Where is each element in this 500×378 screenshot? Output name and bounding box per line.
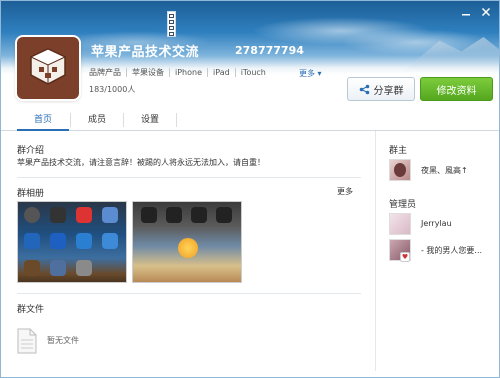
more-tags-link[interactable]: 更多 ▾ <box>299 68 322 79</box>
group-tags: 品牌产品 苹果设备 iPhone iPad iTouch <box>89 68 271 77</box>
member-count: 183/1000人 <box>89 85 136 94</box>
admin-name[interactable]: Jerrylau <box>421 219 452 228</box>
tab-bar: 首页 成员 设置 <box>1 109 499 131</box>
owner-name[interactable]: 夜黑、風高↑ <box>421 165 468 176</box>
group-name: 苹果产品技术交流 <box>91 45 200 60</box>
tag-item[interactable]: iTouch <box>234 68 271 77</box>
close-icon[interactable] <box>481 7 491 17</box>
group-id: 278777794 <box>235 44 304 57</box>
file-icon <box>17 328 37 354</box>
edit-profile-button[interactable]: 修改资料 <box>420 77 493 101</box>
cydia-box-icon <box>29 48 67 85</box>
admins-title: 管理员 <box>389 200 417 210</box>
tag-item[interactable]: 品牌产品 <box>89 68 126 77</box>
group-profile-window: 苹果产品技术交流 278777794 品牌产品 苹果设备 iPhone iPad… <box>0 0 500 378</box>
heart-badge-icon: ♥ <box>400 252 410 262</box>
tab-home[interactable]: 首页 <box>17 109 69 131</box>
album-thumbnail[interactable] <box>132 201 242 283</box>
chevron-down-icon: ▾ <box>317 69 322 78</box>
intro-title: 群介绍 <box>17 146 45 156</box>
owner-title: 群主 <box>389 146 408 156</box>
album-thumbnail[interactable] <box>17 201 127 283</box>
intro-text: 苹果产品技术交流，请注意言辞！被踢的人将永远无法加入，请自重！ <box>17 158 265 167</box>
owner-avatar[interactable] <box>389 159 411 181</box>
albums-more-link[interactable]: 更多 <box>337 186 353 197</box>
share-group-label: 分享群 <box>373 85 404 97</box>
admin-name[interactable]: - 我的男人您要... <box>421 245 482 256</box>
no-files-text: 暂无文件 <box>47 336 79 345</box>
tag-item[interactable]: iPhone <box>169 68 207 77</box>
albums-title: 群相册 <box>17 189 45 199</box>
tab-members[interactable]: 成员 <box>71 109 123 131</box>
more-tags-label: 更多 <box>299 69 315 78</box>
tag-item[interactable]: iPad <box>207 68 235 77</box>
share-icon <box>359 84 369 94</box>
edit-profile-label: 修改资料 <box>436 85 477 97</box>
tab-settings[interactable]: 设置 <box>124 109 176 131</box>
group-avatar[interactable] <box>17 37 79 99</box>
files-title: 群文件 <box>17 305 45 315</box>
seal-stamp-icon <box>167 11 176 37</box>
minimize-icon[interactable] <box>461 7 471 17</box>
tag-item[interactable]: 苹果设备 <box>126 68 169 77</box>
admin-avatar[interactable] <box>389 213 411 235</box>
share-group-button[interactable]: 分享群 <box>347 77 415 101</box>
